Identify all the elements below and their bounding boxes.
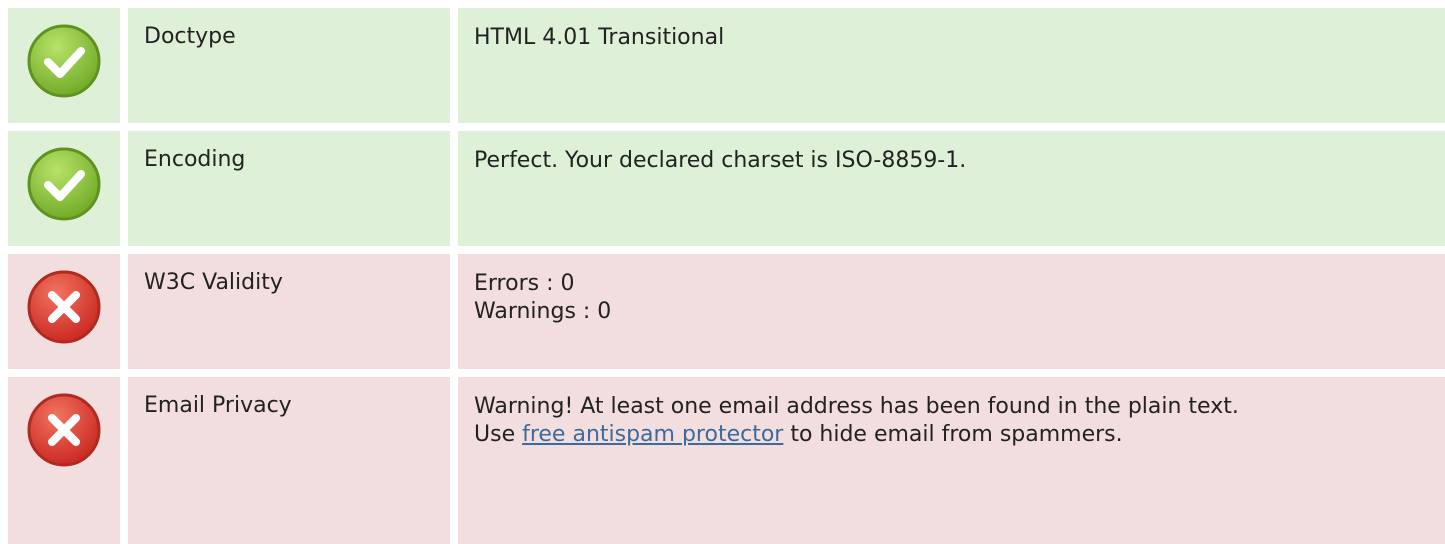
check-circle-icon: [26, 146, 102, 222]
check-circle-icon: [26, 23, 102, 99]
check-value: Errors : 0 Warnings : 0: [458, 254, 1445, 369]
antispam-protector-link[interactable]: free antispam protector: [522, 422, 783, 447]
email-warning-text: Warning! At least one email address has …: [474, 394, 1239, 419]
check-row-doctype: Doctype HTML 4.01 Transitional: [8, 8, 1445, 123]
x-circle-icon: [26, 269, 102, 345]
status-icon-cell: [8, 131, 120, 246]
warnings-count: Warnings : 0: [474, 299, 612, 324]
email-advice-text: Use free antispam protector to hide emai…: [474, 421, 1445, 449]
check-label: Email Privacy: [128, 377, 450, 544]
advice-prefix: Use: [474, 422, 523, 447]
check-row-email-privacy: Email Privacy Warning! At least one emai…: [8, 377, 1445, 544]
check-row-w3c-validity: W3C Validity Errors : 0 Warnings : 0: [8, 254, 1445, 369]
advice-suffix: to hide email from spammers.: [783, 422, 1123, 447]
status-icon-cell: [8, 254, 120, 369]
check-value: HTML 4.01 Transitional: [458, 8, 1445, 123]
status-icon-cell: [8, 8, 120, 123]
check-row-encoding: Encoding Perfect. Your declared charset …: [8, 131, 1445, 246]
x-circle-icon: [26, 392, 102, 468]
check-value: Perfect. Your declared charset is ISO-88…: [458, 131, 1445, 246]
status-icon-cell: [8, 377, 120, 544]
check-value: Warning! At least one email address has …: [458, 377, 1445, 544]
errors-count: Errors : 0: [474, 271, 575, 296]
check-label: Doctype: [128, 8, 450, 123]
seo-checks-table: Doctype HTML 4.01 Transitional Encoding …: [0, 0, 1445, 544]
check-label: W3C Validity: [128, 254, 450, 369]
check-label: Encoding: [128, 131, 450, 246]
